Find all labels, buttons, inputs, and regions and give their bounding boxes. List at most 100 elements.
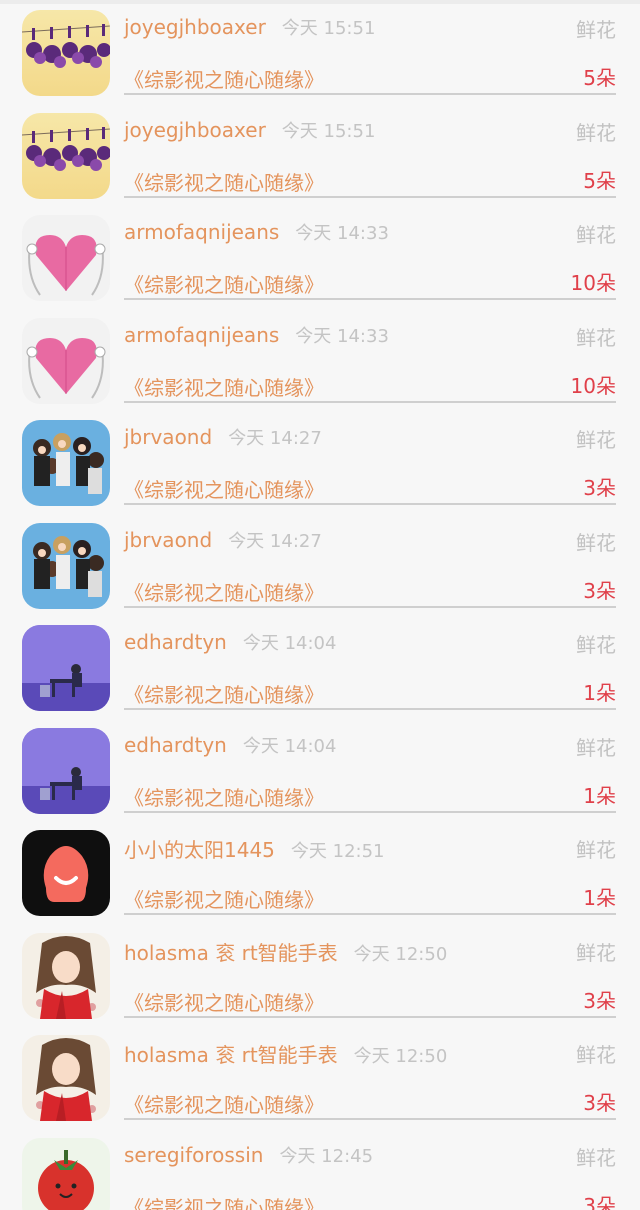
- timestamp: 今天 15:51: [281, 120, 376, 142]
- row-divider: [124, 913, 616, 915]
- username-text[interactable]: jbrvaond: [124, 528, 212, 552]
- username[interactable]: jbrvaond 今天 14:27: [124, 527, 322, 553]
- flower-count: 1朵: [583, 681, 616, 705]
- user-avatar[interactable]: [22, 727, 110, 814]
- gift-type-label: 鲜花: [576, 120, 616, 145]
- flower-count: 1朵: [583, 886, 616, 910]
- flower-count: 10朵: [570, 373, 616, 398]
- book-title-link[interactable]: 《综影视之随心随缘》: [124, 782, 324, 811]
- book-title-link[interactable]: 《综影视之随心随缘》: [124, 987, 324, 1016]
- user-avatar[interactable]: [22, 215, 110, 301]
- username[interactable]: armofaqnijeans 今天 14:33: [124, 219, 389, 245]
- book-title-link[interactable]: 《综影视之随心随缘》: [124, 577, 324, 606]
- gift-record-row[interactable]: jbrvaond 今天 14:27 鲜花《综影视之随心随缘》 3朵: [0, 410, 640, 512]
- gift-record-row[interactable]: holasma 衮 rt智能手表 今天 12:50 鲜花《综影视之随心随缘》 3朵: [0, 1025, 640, 1127]
- username[interactable]: joyegjhboaxer 今天 15:51: [124, 117, 375, 143]
- username-text[interactable]: armofaqnijeans: [124, 220, 279, 244]
- username-text[interactable]: jbrvaond: [124, 425, 212, 449]
- gift-type-label: 鲜花: [576, 735, 616, 760]
- gift-record-row[interactable]: joyegjhboaxer 今天 15:51 鲜花《综影视之随心随缘》 5朵: [0, 103, 640, 205]
- username[interactable]: 小小的太阳1445 今天 12:51: [124, 834, 385, 863]
- book-title-link[interactable]: 《综影视之随心随缘》: [124, 269, 324, 298]
- username-text[interactable]: seregiforossin: [124, 1143, 263, 1167]
- username-text[interactable]: joyegjhboaxer: [124, 118, 266, 142]
- timestamp: 今天 12:50: [353, 943, 448, 965]
- flower-count: 3朵: [583, 988, 616, 1013]
- row-divider: [124, 503, 616, 505]
- gift-type-label: 鲜花: [576, 838, 616, 862]
- user-avatar[interactable]: [22, 522, 110, 609]
- flower-count: 10朵: [570, 271, 616, 295]
- flower-count: 3朵: [583, 1193, 616, 1210]
- gift-record-row[interactable]: edhardtyn 今天 14:04 鲜花《综影视之随心随缘》 1朵: [0, 718, 640, 820]
- flower-count: 3朵: [583, 476, 616, 500]
- user-avatar[interactable]: [22, 112, 110, 199]
- timestamp: 今天 14:27: [228, 428, 322, 449]
- timestamp: 今天 12:50: [353, 1046, 448, 1067]
- flower-count: 5朵: [583, 168, 616, 193]
- book-title-link[interactable]: 《综影视之随心随缘》: [124, 372, 324, 401]
- username-text[interactable]: edhardtyn: [124, 630, 227, 654]
- username[interactable]: seregiforossin 今天 12:45: [124, 1142, 373, 1168]
- user-avatar[interactable]: [22, 420, 110, 506]
- row-divider: [124, 195, 616, 198]
- row-divider: [124, 708, 616, 710]
- username-text[interactable]: holasma 衮 rt智能手表: [124, 1043, 338, 1067]
- username-text[interactable]: edhardtyn: [124, 733, 227, 757]
- username-text[interactable]: joyegjhboaxer: [124, 15, 266, 39]
- username-text[interactable]: holasma 衮 rt智能手表: [124, 941, 338, 965]
- flower-count: 1朵: [583, 783, 616, 808]
- book-title-link[interactable]: 《综影视之随心随缘》: [124, 884, 324, 913]
- timestamp: 今天 12:51: [290, 841, 385, 862]
- gift-record-list: joyegjhboaxer 今天 15:51 鲜花 《综影视之随心随缘》 5朵 joye…: [0, 0, 640, 1210]
- user-avatar[interactable]: [22, 317, 110, 404]
- username-text[interactable]: 小小的太阳1445: [124, 838, 275, 862]
- timestamp: 今天 14:04: [242, 735, 337, 757]
- row-divider: [124, 1015, 616, 1018]
- gift-type-label: 鲜花: [576, 325, 616, 350]
- gift-record-row[interactable]: joyegjhboaxer 今天 15:51 鲜花 《综影视之随心随缘》 5朵: [0, 0, 640, 102]
- username[interactable]: joyegjhboaxer 今天 15:51: [124, 14, 375, 40]
- flower-count: 3朵: [583, 1091, 616, 1115]
- user-avatar[interactable]: [22, 932, 110, 1019]
- user-avatar[interactable]: [22, 1137, 110, 1210]
- book-title-link[interactable]: 《综影视之随心随缘》: [124, 1089, 324, 1118]
- flower-count: 3朵: [583, 578, 616, 603]
- user-avatar[interactable]: [22, 625, 110, 711]
- book-title-link[interactable]: 《综影视之随心随缘》: [124, 474, 324, 503]
- row-divider: [124, 298, 616, 300]
- user-avatar[interactable]: [22, 830, 110, 916]
- gift-record-row[interactable]: seregiforossin 今天 12:45 鲜花《综影视之随心随缘》 3朵: [0, 1128, 640, 1210]
- row-divider: [124, 810, 616, 813]
- book-title-link[interactable]: 《综影视之随心随缘》: [124, 1192, 324, 1210]
- gift-type-label: 鲜花: [576, 1043, 616, 1067]
- username[interactable]: edhardtyn 今天 14:04: [124, 629, 336, 655]
- gift-record-row[interactable]: 小小的太阳1445 今天 12:51 鲜花《综影视之随心随缘》 1朵: [0, 820, 640, 922]
- gift-type-label: 鲜花: [576, 530, 616, 555]
- timestamp: 今天 15:51: [281, 18, 376, 39]
- timestamp: 今天 14:27: [228, 530, 322, 552]
- gift-record-row[interactable]: armofaqnijeans 今天 14:33 鲜花 《综影视之随心随缘》 10朵: [0, 205, 640, 307]
- gift-record-row[interactable]: holasma 衮 rt智能手表 今天 12:50 鲜花 《综影视之随心随缘》 3朵: [0, 923, 640, 1025]
- user-avatar[interactable]: [22, 1035, 110, 1121]
- username[interactable]: edhardtyn 今天 14:04: [124, 732, 336, 758]
- username[interactable]: armofaqnijeans 今天 14:33: [124, 322, 389, 348]
- username[interactable]: jbrvaond 今天 14:27: [124, 424, 322, 450]
- gift-type-label: 鲜花: [576, 428, 616, 452]
- timestamp: 今天 14:33: [295, 223, 389, 244]
- book-title-link[interactable]: 《综影视之随心随缘》: [124, 167, 324, 196]
- book-title-link[interactable]: 《综影视之随心随缘》: [124, 64, 324, 93]
- user-avatar[interactable]: [22, 10, 110, 96]
- gift-record-row[interactable]: edhardtyn 今天 14:04 鲜花 《综影视之随心随缘》 1朵: [0, 615, 640, 717]
- row-divider: [124, 93, 616, 95]
- gift-record-row[interactable]: armofaqnijeans 今天 14:33 鲜花《综影视之随心随缘》 10朵: [0, 308, 640, 410]
- username-text[interactable]: armofaqnijeans: [124, 323, 279, 347]
- username[interactable]: holasma 衮 rt智能手表 今天 12:50: [124, 937, 447, 966]
- row-divider: [124, 400, 616, 403]
- row-divider: [124, 605, 616, 608]
- gift-record-row[interactable]: jbrvaond 今天 14:27 鲜花《综影视之随心随缘》 3朵: [0, 513, 640, 615]
- username[interactable]: holasma 衮 rt智能手表 今天 12:50: [124, 1039, 447, 1068]
- book-title-link[interactable]: 《综影视之随心随缘》: [124, 679, 324, 708]
- timestamp: 今天 12:45: [279, 1145, 374, 1167]
- gift-type-label: 鲜花: [576, 1145, 616, 1170]
